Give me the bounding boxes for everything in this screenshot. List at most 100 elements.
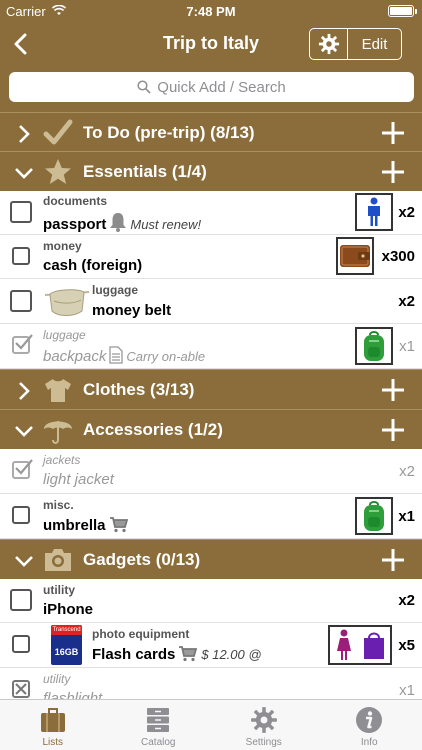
item-name-row: backpack Carry on-able: [43, 346, 205, 365]
item-checkbox-checked[interactable]: [12, 334, 33, 354]
tab-settings[interactable]: Settings: [211, 700, 317, 750]
wallet-tag[interactable]: [336, 237, 374, 275]
section-accessories[interactable]: Accessories (1/2): [0, 409, 422, 449]
battery-icon: [388, 5, 417, 17]
list-item-backpack[interactable]: luggage backpack Carry on-able x1: [0, 324, 422, 369]
item-checkbox[interactable]: [10, 201, 32, 223]
camera-icon: [45, 549, 71, 571]
suitcase-icon: [40, 708, 65, 732]
woman-icon: [336, 629, 351, 660]
item-name-row: passport Must renew!: [43, 212, 201, 233]
section-title: Gadgets (0/13): [83, 550, 201, 569]
bag-tag[interactable]: [355, 327, 393, 365]
section-gadgets[interactable]: Gadgets (0/13): [0, 539, 422, 579]
list-item-cash[interactable]: money cash (foreign) x300: [0, 235, 422, 279]
list-item-flash-cards[interactable]: Transcend 16GB photo equipment Flash car…: [0, 623, 422, 668]
chevron-down-icon[interactable]: [14, 551, 34, 571]
section-todo[interactable]: To Do (pre-trip) (8/13): [0, 112, 422, 152]
add-item-icon[interactable]: [381, 418, 405, 442]
checkmark-icon: [15, 334, 33, 350]
nav-button-group: Edit: [309, 28, 402, 60]
gear-icon: [318, 33, 339, 55]
item-note: Carry on-able: [126, 349, 206, 364]
item-category: photo equipment: [92, 627, 190, 641]
item-quantity: x2: [398, 204, 415, 221]
list-item-money-belt[interactable]: luggage money belt x2: [0, 279, 422, 324]
person-tag[interactable]: [355, 193, 393, 231]
section-title: Clothes (3/13): [83, 380, 195, 399]
item-checkbox[interactable]: [12, 506, 30, 524]
item-name: umbrella: [43, 517, 106, 534]
item-checkbox-crossed[interactable]: [12, 680, 30, 698]
item-category: utility: [43, 583, 75, 597]
list-item-umbrella[interactable]: misc. umbrella x1: [0, 494, 422, 539]
shopping-cart-icon: [179, 646, 198, 662]
list-item-light-jacket[interactable]: jackets light jacket x2: [0, 449, 422, 494]
item-name: backpack: [43, 348, 107, 365]
umbrella-icon: [44, 421, 72, 444]
item-category: misc.: [43, 498, 74, 512]
search-icon: [137, 80, 151, 94]
tab-label: Settings: [245, 737, 282, 748]
money-belt-thumbnail: [44, 289, 90, 316]
tab-label: Catalog: [141, 737, 176, 748]
bag-tag[interactable]: [355, 497, 393, 535]
item-checkbox[interactable]: [10, 589, 32, 611]
shopping-cart-icon: [109, 517, 128, 533]
star-icon: [45, 159, 71, 184]
backpack-icon: [364, 501, 384, 531]
item-checkbox[interactable]: [10, 290, 32, 312]
person-bag-tag[interactable]: [328, 625, 392, 665]
item-quantity: x2: [398, 293, 415, 310]
x-mark-icon: [15, 683, 27, 695]
tab-catalog[interactable]: Catalog: [106, 700, 212, 750]
item-category: documents: [43, 194, 108, 208]
section-clothes[interactable]: Clothes (3/13): [0, 369, 422, 409]
item-quantity: x2: [399, 463, 415, 480]
item-checkbox-checked[interactable]: [12, 459, 33, 479]
section-title: Essentials (1/4): [83, 162, 207, 181]
chevron-down-icon[interactable]: [14, 163, 34, 183]
add-item-icon[interactable]: [381, 378, 405, 402]
list-item-passport[interactable]: documents passport Must renew! x2: [0, 191, 422, 235]
item-checkbox[interactable]: [12, 247, 30, 265]
chevron-right-icon[interactable]: [14, 381, 34, 401]
add-item-icon[interactable]: [381, 160, 405, 184]
checkmark-icon: [15, 459, 33, 475]
checkmark-icon: [43, 119, 73, 145]
chevron-right-icon[interactable]: [14, 124, 34, 144]
wallet-icon: [340, 245, 370, 267]
section-essentials[interactable]: Essentials (1/4): [0, 151, 422, 191]
item-quantity: x300: [381, 248, 415, 265]
item-name: cash (foreign): [43, 257, 143, 274]
item-category: luggage: [92, 283, 139, 297]
item-name-row: Flash cards $ 12.00 @: [92, 645, 262, 663]
item-quantity: x1: [399, 682, 415, 699]
tab-bar: Lists Catalog Settings Info: [0, 699, 422, 750]
item-quantity: x2: [398, 592, 415, 609]
item-name: iPhone: [43, 601, 94, 618]
tab-lists[interactable]: Lists: [0, 700, 106, 750]
catalog-drawers-icon: [147, 708, 170, 732]
tab-label: Lists: [42, 737, 64, 748]
chevron-down-icon[interactable]: [14, 421, 34, 441]
search-input[interactable]: Quick Add / Search: [9, 72, 414, 102]
item-quantity: x5: [398, 637, 415, 654]
add-item-icon[interactable]: [381, 121, 405, 145]
info-icon: [356, 707, 383, 733]
item-checkbox[interactable]: [12, 635, 30, 653]
item-category: utility: [43, 672, 71, 686]
item-category: luggage: [43, 328, 86, 342]
list-item-iphone[interactable]: utility iPhone x2: [0, 579, 422, 623]
item-category: money: [43, 239, 82, 253]
item-category: jackets: [43, 453, 81, 467]
list-settings-button[interactable]: [310, 29, 348, 59]
add-item-icon[interactable]: [381, 548, 405, 572]
item-name: money belt: [92, 302, 172, 319]
person-icon: [368, 197, 380, 226]
bell-icon: [110, 213, 127, 232]
edit-button[interactable]: Edit: [348, 29, 401, 59]
item-quantity: x1: [399, 338, 415, 355]
status-time: 7:48 PM: [186, 4, 236, 19]
tab-info[interactable]: Info: [317, 700, 422, 750]
